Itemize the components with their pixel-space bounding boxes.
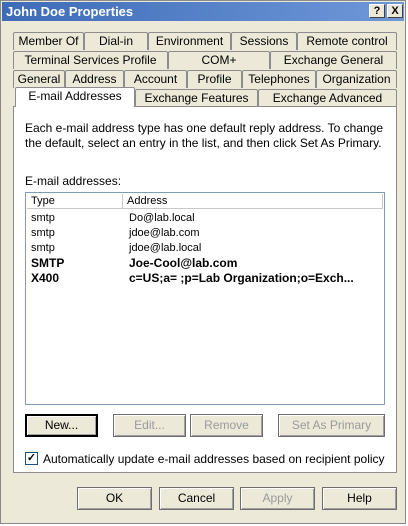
list-item-address: Joe-Cool@lab.com: [129, 256, 238, 270]
edit-button[interactable]: Edit...: [113, 414, 186, 437]
tab-email-addresses[interactable]: E-mail Addresses: [15, 87, 135, 107]
email-addresses-list[interactable]: Type Address smtp Do@lab.local smtp jdoe…: [25, 192, 385, 405]
column-header-type[interactable]: Type: [27, 194, 123, 209]
tab-address[interactable]: Address: [65, 70, 124, 88]
apply-button[interactable]: Apply: [240, 487, 315, 510]
help-title-button[interactable]: ?: [369, 4, 385, 18]
tab-telephones[interactable]: Telephones: [242, 70, 316, 88]
auto-update-label: Automatically update e-mail addresses ba…: [43, 452, 385, 466]
tab-exchange-features[interactable]: Exchange Features: [135, 89, 258, 107]
tab-account[interactable]: Account: [124, 70, 187, 88]
list-item[interactable]: SMTP Joe-Cool@lab.com: [27, 256, 383, 271]
tab-sessions[interactable]: Sessions: [231, 32, 297, 50]
list-item-address: jdoe@lab.com: [129, 227, 200, 239]
tab-general[interactable]: General: [13, 70, 65, 88]
tab-exchange-general[interactable]: Exchange General: [270, 51, 397, 69]
cancel-button[interactable]: Cancel: [159, 487, 234, 510]
set-as-primary-button[interactable]: Set As Primary: [278, 414, 385, 437]
list-item[interactable]: smtp jdoe@lab.com: [27, 226, 383, 241]
tab-com-plus[interactable]: COM+: [168, 51, 270, 69]
tab-environment[interactable]: Environment: [148, 32, 231, 50]
tab-terminal-services-profile[interactable]: Terminal Services Profile: [13, 51, 168, 69]
close-title-button[interactable]: X: [387, 4, 403, 18]
remove-button[interactable]: Remove: [190, 414, 263, 437]
tab-exchange-advanced[interactable]: Exchange Advanced: [258, 89, 397, 107]
tab-dial-in[interactable]: Dial-in: [84, 32, 148, 50]
list-item[interactable]: smtp jdoe@lab.local: [27, 241, 383, 256]
tab-remote-control[interactable]: Remote control: [297, 32, 397, 50]
list-item[interactable]: X400 c=US;a= ;p=Lab Organization;o=Exch.…: [27, 271, 383, 286]
list-item-type: smtp: [31, 212, 55, 224]
column-header-address[interactable]: Address: [123, 194, 383, 209]
new-button[interactable]: New...: [25, 414, 98, 437]
list-item[interactable]: smtp Do@lab.local: [27, 211, 383, 226]
description-text: Each e-mail address type has one default…: [25, 121, 383, 150]
list-item-address: c=US;a= ;p=Lab Organization;o=Exch...: [129, 271, 354, 285]
list-item-type: X400: [31, 271, 60, 285]
help-button[interactable]: Help: [322, 487, 397, 510]
list-item-address: jdoe@lab.local: [129, 242, 202, 254]
tab-organization[interactable]: Organization: [316, 70, 397, 88]
ok-button[interactable]: OK: [77, 487, 152, 510]
properties-dialog: John Doe Properties ? X Member Of Dial-i…: [0, 0, 406, 524]
title-bar: John Doe Properties ? X: [2, 2, 404, 21]
tab-member-of[interactable]: Member Of: [13, 32, 84, 50]
list-item-type: SMTP: [31, 256, 65, 270]
email-addresses-panel: Each e-mail address type has one default…: [13, 106, 397, 473]
window-title: John Doe Properties: [6, 4, 134, 19]
list-item-address: Do@lab.local: [129, 212, 195, 224]
auto-update-checkbox[interactable]: ✓: [25, 452, 38, 465]
list-item-type: smtp: [31, 242, 55, 254]
tab-profile[interactable]: Profile: [187, 70, 242, 88]
email-addresses-label: E-mail addresses:: [25, 174, 122, 188]
list-item-type: smtp: [31, 227, 55, 239]
